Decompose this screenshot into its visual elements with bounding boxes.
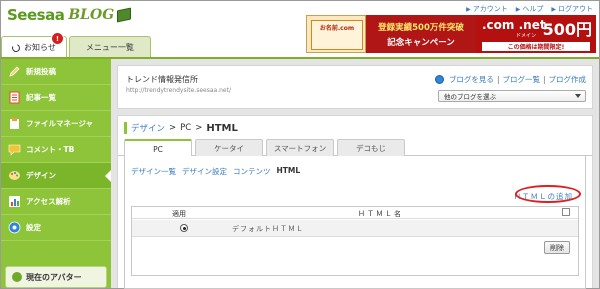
logo-text-sub: BLOG	[68, 7, 115, 23]
breadcrumb-separator: >	[195, 123, 203, 133]
subnav-contents[interactable]: コンテンツ	[233, 166, 271, 177]
sidebar-item-analytics[interactable]: アクセス解析	[1, 189, 111, 215]
breadcrumb-design[interactable]: デザイン	[131, 122, 165, 134]
banner-seal: お名前.com	[311, 20, 363, 50]
book-icon	[117, 7, 132, 23]
pencil-icon	[8, 65, 21, 78]
banner-campaign: 登録実績500万件突破 記念キャンペーン	[366, 15, 476, 53]
chevron-down-icon	[575, 94, 581, 98]
sidebar: 新規投稿 記事一覧 ファイルマネージャ コメント・TB デザイン アクセス解析	[1, 59, 111, 288]
main-area: トレンド情報発信所 http://trendytrendysite.seesaa…	[111, 59, 599, 289]
refresh-icon	[10, 42, 22, 53]
tab-pc[interactable]: PC	[124, 139, 192, 157]
globe-icon	[434, 75, 444, 84]
seesaa-blog-logo[interactable]: Seesaa BLOG	[7, 5, 132, 25]
html-name[interactable]: デフォルトＨＴＭＬ	[232, 224, 304, 234]
subnav-design-list[interactable]: デザイン一覧	[131, 166, 176, 177]
banner-note: この価格は期間限定!	[482, 42, 590, 51]
sidebar-item-new-post[interactable]: 新規投稿	[1, 59, 111, 85]
banner-domain-label: ドメイン	[516, 33, 537, 39]
palette-icon	[8, 169, 21, 182]
apply-radio[interactable]	[180, 224, 188, 232]
notification-badge: !	[51, 32, 64, 45]
sidebar-item-file-manager[interactable]: ファイルマネージャ	[1, 111, 111, 137]
breadcrumb-pc[interactable]: PC	[180, 123, 191, 133]
triangle-icon: ▶	[466, 5, 471, 13]
blog-links: ブログを見る | ブログ一覧 | ブログ作成	[434, 74, 587, 85]
file-manager-icon	[8, 117, 21, 130]
banner-dotnet: .com .net	[482, 18, 546, 32]
sidebar-item-comments[interactable]: コメント・TB	[1, 137, 111, 163]
breadcrumb-current: HTML	[206, 122, 238, 134]
banner-line2: 記念キャンペーン	[387, 37, 455, 48]
blog-title: トレンド情報発信所	[126, 75, 198, 84]
banner-price: 500円	[542, 20, 592, 39]
banner-line1: 登録実績500万件突破	[378, 22, 464, 33]
breadcrumb-separator: >	[169, 123, 177, 133]
top-link-logout[interactable]: ▶ ログアウト	[551, 4, 593, 14]
highlight-circle	[515, 185, 581, 203]
top-links: ▶ アカウント ▶ ヘルプ ▶ ログアウト	[466, 4, 593, 14]
link-view-blog[interactable]: ブログを見る	[449, 74, 494, 85]
banner-seal-area: お名前.com	[306, 15, 366, 53]
table-row: デフォルトＨＴＭＬ	[132, 220, 578, 237]
link-blog-list[interactable]: ブログ一覧	[502, 74, 540, 85]
other-blog-select[interactable]: 他のブログを選ぶ	[438, 90, 586, 102]
sidebar-item-settings[interactable]: 設定	[1, 215, 111, 241]
bar-chart-icon	[8, 195, 21, 208]
select-all-checkbox[interactable]	[562, 208, 570, 216]
triangle-icon: ▶	[515, 5, 521, 13]
comment-icon	[8, 143, 21, 156]
tab-decomoji[interactable]: デコもじ	[337, 139, 405, 156]
blog-url[interactable]: http://trendytrendysite.seesaa.net/	[126, 87, 231, 94]
article-list-icon	[8, 91, 21, 104]
table-header: 適用 ＨＴＭＬ名	[132, 207, 578, 219]
top-link-help[interactable]: ▶ ヘルプ	[516, 4, 544, 14]
content-panel: デザイン > PC > HTML PC ケータイ スマートフォン デコもじ デザ…	[117, 115, 593, 289]
logo-text-main: Seesaa	[7, 6, 65, 24]
header-tabs: お知らせ メニュー一覧	[1, 36, 151, 58]
subnav-html: HTML	[276, 166, 301, 175]
device-tabs: PC ケータイ スマートフォン デコもじ	[118, 139, 592, 157]
link-create-blog[interactable]: ブログ作成	[549, 74, 587, 85]
column-header-html-name: ＨＴＭＬ名	[358, 210, 403, 218]
tab-mobile[interactable]: ケータイ	[195, 139, 263, 156]
html-table: 適用 ＨＴＭＬ名 デフォルトＨＴＭＬ 削除	[131, 206, 579, 276]
avatar-icon	[12, 272, 22, 282]
column-header-apply: 適用	[172, 210, 186, 218]
subnav-design-settings[interactable]: デザイン設定	[182, 166, 227, 177]
sidebar-item-articles[interactable]: 記事一覧	[1, 85, 111, 111]
tab-content: デザイン一覧 デザイン設定 コンテンツ HTML ＨＴＭＬの追加 適用 ＨＴＭＬ…	[124, 156, 586, 289]
triangle-icon: ▶	[551, 5, 556, 13]
breadcrumb: デザイン > PC > HTML	[124, 122, 238, 134]
breadcrumb-marker	[124, 122, 127, 134]
ad-banner[interactable]: お名前.com 登録実績500万件突破 記念キャンペーン .com .net ド…	[306, 15, 596, 53]
settings-icon	[8, 221, 21, 234]
design-subnav: デザイン一覧 デザイン設定 コンテンツ HTML	[131, 166, 300, 177]
tab-menu-list[interactable]: メニュー一覧	[68, 36, 151, 58]
blog-info-panel: トレンド情報発信所 http://trendytrendysite.seesaa…	[117, 65, 593, 109]
delete-button[interactable]: 削除	[544, 241, 570, 254]
banner-price-area: .com .net ドメイン 500円 この価格は期間限定!	[476, 15, 596, 53]
current-avatar-box[interactable]: 現在のアバター	[5, 266, 107, 288]
sidebar-item-design[interactable]: デザイン	[1, 163, 111, 189]
top-link-account[interactable]: ▶ アカウント	[466, 4, 508, 14]
tab-smartphone[interactable]: スマートフォン	[266, 139, 334, 156]
